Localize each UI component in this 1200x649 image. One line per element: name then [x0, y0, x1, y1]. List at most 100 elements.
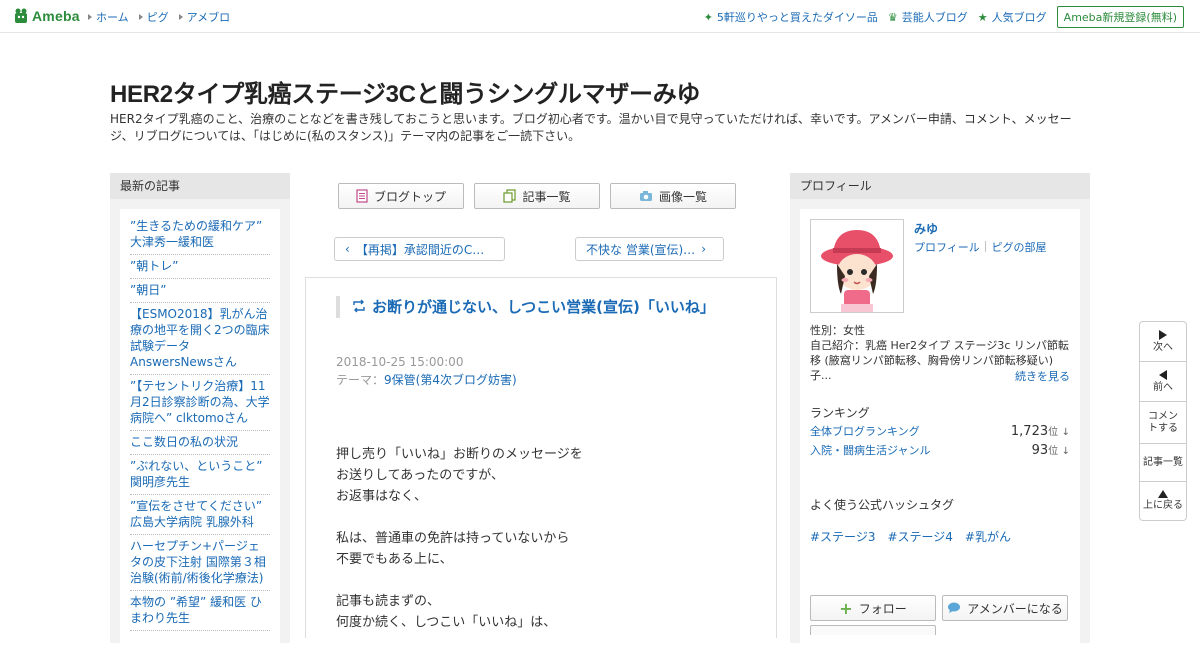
- article-list-button[interactable]: 記事一覧: [474, 183, 600, 209]
- blog-description: HER2タイプ乳癌のこと、治療のことなどを書き残しておこうと思います。ブログ初心…: [110, 112, 1072, 143]
- nav-ameblo[interactable]: アメブロ: [178, 9, 230, 25]
- article-theme-prefix: テーマ：: [336, 373, 385, 387]
- list-item[interactable]: ”ぶれない、ということ” 関明彦先生: [130, 455, 270, 495]
- previous-article-link[interactable]: ‹ 【再掲】承認間近のC…: [334, 237, 505, 261]
- article-paragraph: 押し売り「いいね」お断りのメッセージを: [336, 447, 583, 462]
- hashtag-link[interactable]: #ステージ4: [887, 528, 952, 545]
- play-left-icon: [1159, 369, 1167, 380]
- float-prev-button[interactable]: 前へ: [1140, 362, 1186, 402]
- document-icon: [356, 189, 368, 203]
- ranking-row-overall: 全体ブログランキング 1,723位 ↓: [810, 423, 1070, 439]
- genre-ranking-value: 93位 ↓: [1032, 442, 1070, 458]
- popular-blog-label: 人気ブログ: [991, 11, 1047, 24]
- article-title-text: お断りが通じない、しつこい営業(宣伝)「いいね」: [372, 298, 715, 316]
- follow-button[interactable]: + フォロー: [810, 595, 936, 621]
- article-paragraph: [336, 507, 756, 528]
- hashtag-link[interactable]: #乳がん: [965, 528, 1011, 545]
- profile-name[interactable]: みゆ: [914, 220, 938, 237]
- article-list-label: 記事一覧: [522, 189, 571, 204]
- camera-icon: [639, 191, 652, 201]
- article-paragraph: [336, 570, 756, 591]
- reblog-icon: [353, 299, 365, 313]
- float-next-button[interactable]: 次へ: [1140, 322, 1186, 362]
- list-item[interactable]: 【ESMO2018】乳がん治療の地平を開く2つの臨床試験データAnswersNe…: [130, 303, 270, 375]
- celebrity-blog-link[interactable]: ♛ 芸能人ブログ: [888, 9, 968, 25]
- float-comment-button[interactable]: コメントする: [1140, 402, 1186, 444]
- nav-home[interactable]: ホーム: [88, 9, 129, 25]
- genre-ranking-link[interactable]: 入院・闘病生活ジャンル: [810, 442, 930, 458]
- global-header: Ameba ホーム ピグ アメブロ ✦ 5軒巡りやっと買えたダイソー品 ♛ 芸能人ブ…: [0, 0, 1200, 33]
- header-links: ✦ 5軒巡りやっと買えたダイソー品 ♛ 芸能人ブログ ★ 人気ブログ Ameba新規登…: [704, 6, 1184, 28]
- amember-button[interactable]: アメンバーになる: [942, 595, 1068, 621]
- article-title[interactable]: お断りが通じない、しつこい営業(宣伝)「いいね」: [336, 296, 742, 318]
- hashtag-list: #ステージ3 #ステージ4 #乳がん: [810, 528, 1011, 545]
- sparkle-icon: ✦: [703, 10, 713, 24]
- overall-ranking-value: 1,723位 ↓: [1011, 423, 1070, 439]
- list-item[interactable]: ”朝トレ”: [130, 255, 270, 279]
- avatar-image: [821, 230, 893, 312]
- article-theme: テーマ：9保管(第4次ブログ妨害): [336, 371, 517, 388]
- ranking-heading: ランキング: [810, 406, 870, 420]
- list-item[interactable]: 本物の ”希望” 緩和医 ひまわり先生: [130, 591, 270, 631]
- article-theme-link[interactable]: 9保管(第4次ブログ妨害): [384, 373, 517, 387]
- next-article-label: 不快な 営業(宣伝)…: [586, 242, 696, 257]
- article-paragraph: お返事はなく、: [336, 489, 428, 504]
- avatar[interactable]: [810, 219, 904, 313]
- recent-articles-heading: 最新の記事: [110, 173, 290, 199]
- chevron-right-icon: [178, 14, 183, 20]
- chevron-left-icon: ‹: [345, 242, 350, 256]
- copy-icon: [503, 189, 517, 203]
- image-list-button[interactable]: 画像一覧: [610, 183, 736, 209]
- hashtag-heading: よく使う公式ハッシュタグ: [810, 498, 955, 512]
- list-item[interactable]: ハーセプチン+パージェタの皮下注射 国際第３相治験(術前/術後化学療法): [130, 535, 270, 591]
- crown-icon: ♛: [887, 10, 898, 24]
- blog-top-label: ブログトップ: [373, 189, 446, 204]
- float-article-list-button[interactable]: 記事一覧: [1140, 444, 1186, 482]
- global-nav: ホーム ピグ アメブロ: [88, 9, 230, 25]
- next-article-link[interactable]: 不快な 営業(宣伝)… ›: [575, 237, 724, 261]
- play-right-icon: [1159, 329, 1167, 340]
- ranking-row-genre: 入院・闘病生活ジャンル 93位 ↓: [810, 442, 1070, 458]
- secondary-action-button[interactable]: [810, 625, 936, 635]
- profile-heading: プロフィール: [790, 173, 1090, 199]
- article-paragraph: 記事も読まずの、: [336, 594, 441, 609]
- float-prev-label: 前へ: [1153, 381, 1173, 393]
- arrow-down-icon: ↓: [1061, 427, 1070, 438]
- profile-card: みゆ プロフィール | ピグの部屋 性別：女性 自己紹介：乳癌 Her2タイプ …: [800, 209, 1080, 649]
- nav-pigg[interactable]: ピグ: [138, 9, 169, 25]
- chevron-right-icon: ›: [701, 242, 706, 256]
- article: お断りが通じない、しつこい営業(宣伝)「いいね」 2018-10-25 15:0…: [305, 277, 777, 638]
- nav-home-label: ホーム: [96, 11, 129, 24]
- trending-article-label: 5軒巡りやっと買えたダイソー品: [716, 11, 878, 24]
- pigg-room-link[interactable]: ピグの部屋: [992, 239, 1047, 255]
- list-item[interactable]: ”【テセントリク治療】11月2日診察診断の為、大学病院へ” clktomoさん: [130, 375, 270, 431]
- list-item[interactable]: ”生きるための緩和ケア” 大津秀一緩和医: [130, 215, 270, 255]
- article-body: 押し売り「いいね」お断りのメッセージを お送りしてあったのですが、 お返事はなく…: [336, 444, 756, 633]
- profile-links: プロフィール | ピグの部屋: [914, 239, 1047, 255]
- list-item[interactable]: ここ数日の私の状況: [130, 431, 270, 455]
- ameba-logo-text: Ameba: [32, 8, 80, 24]
- star-icon: ★: [977, 10, 988, 24]
- recent-articles-list: ”生きるための緩和ケア” 大津秀一緩和医 ”朝トレ” ”朝日” 【ESMO201…: [120, 209, 280, 649]
- float-top-button[interactable]: 上に戻る: [1140, 482, 1186, 520]
- ameba-logo[interactable]: Ameba: [14, 8, 80, 24]
- read-more-link[interactable]: 続きを見る: [1015, 368, 1070, 384]
- nav-pigg-label: ピグ: [146, 11, 169, 24]
- arrow-up-icon: [1158, 490, 1168, 498]
- genre-rank-number: 93: [1031, 443, 1049, 458]
- blog-top-button[interactable]: ブログトップ: [338, 183, 464, 209]
- plus-icon: +: [839, 598, 853, 618]
- trending-article-link[interactable]: ✦ 5軒巡りやっと買えたダイソー品: [704, 9, 878, 25]
- arrow-down-icon: ↓: [1061, 446, 1070, 457]
- popular-blog-link[interactable]: ★ 人気ブログ: [978, 9, 1047, 25]
- speech-bubble-icon: [948, 602, 961, 613]
- article-paragraph: お送りしてあったのですが、: [336, 468, 504, 483]
- profile-link[interactable]: プロフィール: [914, 239, 980, 255]
- signup-button[interactable]: Ameba新規登録(無料): [1056, 6, 1184, 28]
- profile-gender: 性別：女性: [810, 324, 865, 337]
- list-item[interactable]: ”宣伝をさせてください” 広島大学病院 乳腺外科: [130, 495, 270, 535]
- hashtag-link[interactable]: #ステージ3: [810, 528, 875, 545]
- overall-ranking-link[interactable]: 全体ブログランキング: [810, 423, 920, 439]
- list-item[interactable]: ”朝日”: [130, 279, 270, 303]
- blog-title[interactable]: HER2タイプ乳癌ステージ3Cと闘うシングルマザーみゆ: [110, 74, 700, 109]
